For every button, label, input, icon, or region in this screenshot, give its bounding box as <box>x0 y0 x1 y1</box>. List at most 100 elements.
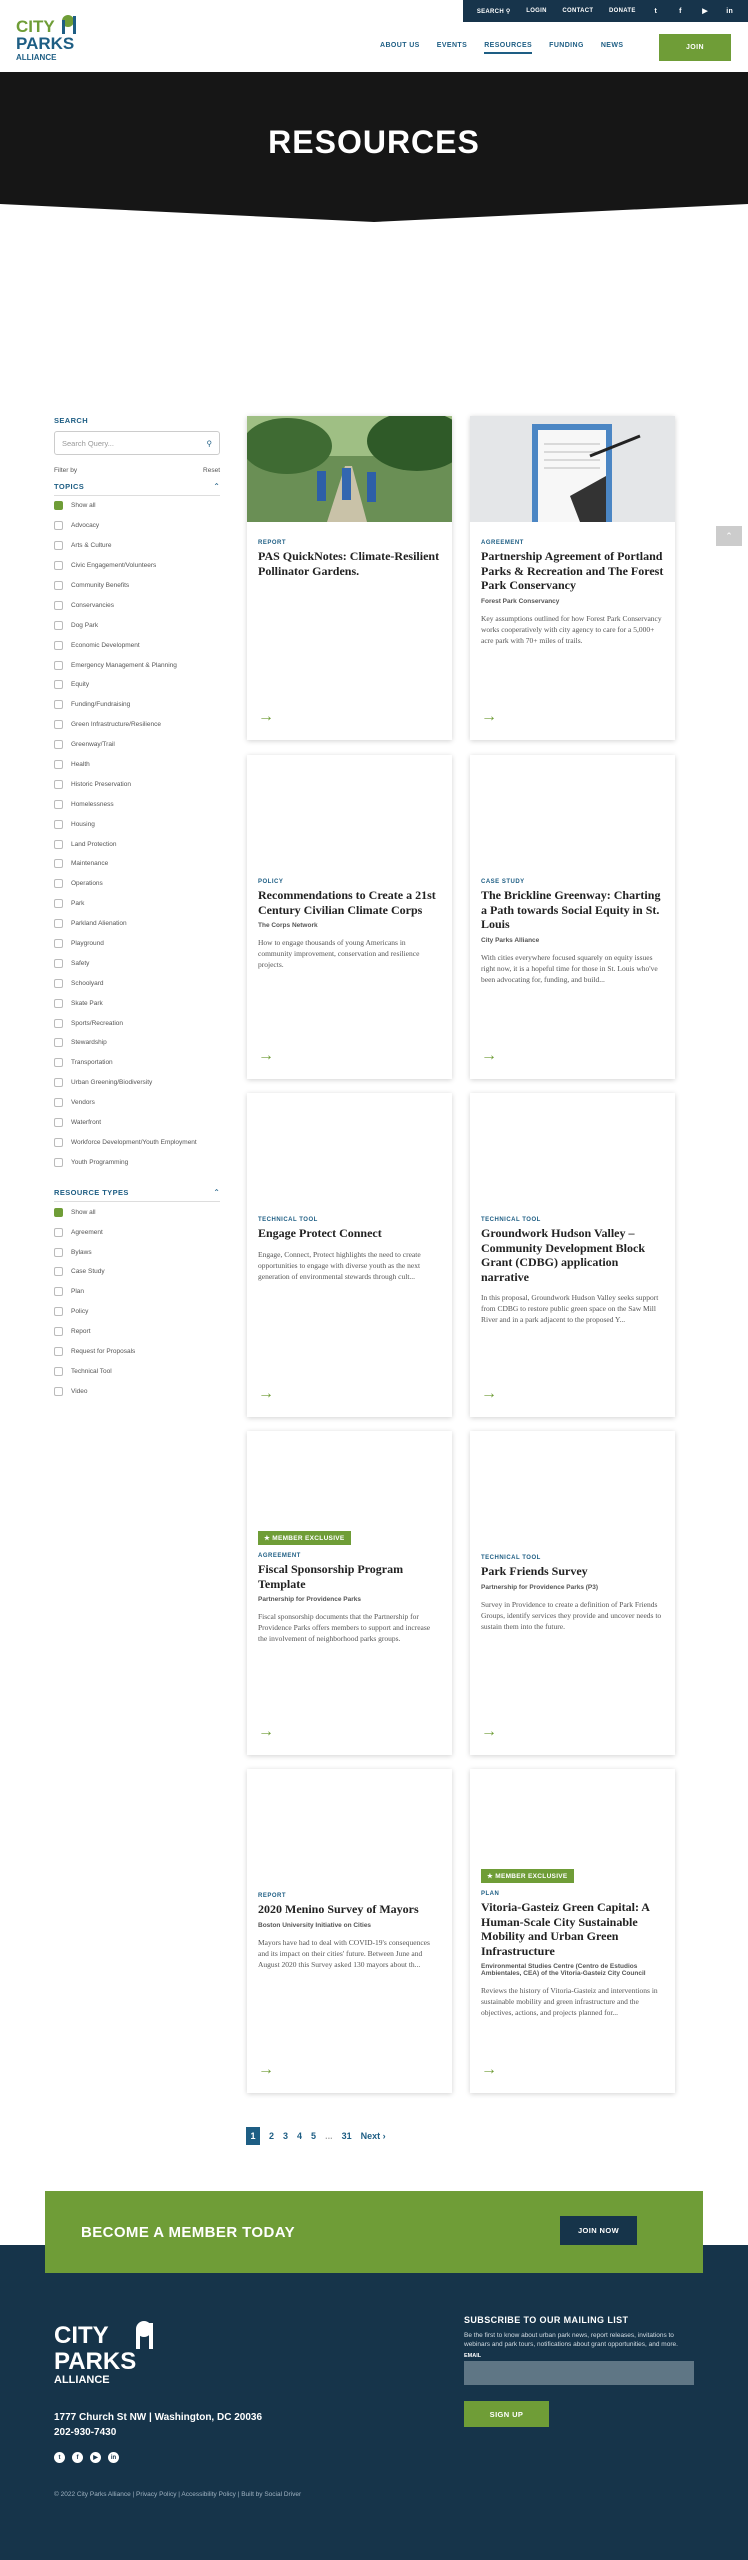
arrow-right-icon[interactable]: → <box>258 1047 274 1065</box>
checkbox[interactable] <box>54 1346 63 1356</box>
card-title[interactable]: Vitoria-Gasteiz Green Capital: A Human-S… <box>481 1900 664 1958</box>
topic-option[interactable]: Green Infrastructure/Resilience <box>54 715 220 735</box>
topic-option[interactable]: Schoolyard <box>54 973 220 993</box>
donate-link[interactable]: DONATE <box>609 8 636 14</box>
card-title[interactable]: PAS QuickNotes: Climate-Resilient Pollin… <box>258 549 441 578</box>
card-title[interactable]: Partnership Agreement of Portland Parks … <box>481 549 664 593</box>
checkbox[interactable] <box>54 978 63 988</box>
checkbox[interactable] <box>54 998 63 1008</box>
topic-option[interactable]: Show all <box>54 496 220 516</box>
type-option[interactable]: Show all <box>54 1202 220 1222</box>
checkbox[interactable] <box>54 879 63 889</box>
youtube-icon[interactable]: ▶ <box>701 7 710 16</box>
arrow-right-icon[interactable]: → <box>481 708 497 726</box>
back-to-top-button[interactable]: ⌃ <box>716 526 742 546</box>
checkbox[interactable] <box>54 819 63 829</box>
checkbox[interactable] <box>54 1137 63 1147</box>
topic-option[interactable]: Equity <box>54 675 220 695</box>
type-option[interactable]: Technical Tool <box>54 1361 220 1381</box>
page-2[interactable]: 2 <box>269 2131 274 2141</box>
checkbox[interactable] <box>54 1038 63 1048</box>
checkbox[interactable] <box>54 620 63 630</box>
topic-option[interactable]: Health <box>54 755 220 775</box>
youtube-icon[interactable]: ▶ <box>90 2452 101 2463</box>
topic-option[interactable]: Arts & Culture <box>54 536 220 556</box>
checkbox[interactable] <box>54 1287 63 1297</box>
checkbox[interactable] <box>54 720 63 730</box>
checkbox[interactable] <box>54 1386 63 1396</box>
checkbox[interactable] <box>54 581 63 590</box>
type-option[interactable]: Agreement <box>54 1222 220 1242</box>
topic-option[interactable]: Land Protection <box>54 834 220 854</box>
resource-card[interactable]: TECHNICAL TOOL Engage Protect Connect Enga… <box>247 1093 452 1417</box>
topic-option[interactable]: Civic Engagement/Volunteers <box>54 556 220 576</box>
checkbox[interactable] <box>54 1366 63 1376</box>
resource-card[interactable]: AGREEMENT Partnership Agreement of Portla… <box>470 416 675 740</box>
checkbox[interactable] <box>54 839 63 849</box>
checkbox[interactable] <box>54 1307 63 1317</box>
arrow-right-icon[interactable]: → <box>258 708 274 726</box>
reset-link[interactable]: Reset <box>203 467 220 474</box>
resource-card[interactable]: TECHNICAL TOOL Groundwork Hudson Valley –… <box>470 1093 675 1417</box>
chevron-up-icon[interactable]: ⌃ <box>213 1188 220 1197</box>
topic-option[interactable]: Vendors <box>54 1093 220 1113</box>
card-title[interactable]: Park Friends Survey <box>481 1564 664 1579</box>
card-title[interactable]: Groundwork Hudson Valley – Community Dev… <box>481 1226 664 1284</box>
checkbox[interactable] <box>54 1267 63 1277</box>
resource-card[interactable]: POLICY Recommendations to Create a 21st C… <box>247 755 452 1079</box>
topic-option[interactable]: Workforce Development/Youth Employment <box>54 1133 220 1153</box>
checkbox[interactable] <box>54 640 63 650</box>
topic-option[interactable]: Homelessness <box>54 794 220 814</box>
topic-option[interactable]: Advocacy <box>54 516 220 536</box>
linkedin-icon[interactable]: in <box>108 2452 119 2463</box>
facebook-icon[interactable]: f <box>72 2452 83 2463</box>
topic-option[interactable]: Dog Park <box>54 615 220 635</box>
topic-option[interactable]: Park <box>54 894 220 914</box>
type-option[interactable]: Case Study <box>54 1262 220 1282</box>
checkbox[interactable] <box>54 700 63 710</box>
topic-option[interactable]: Urban Greening/Biodiversity <box>54 1073 220 1093</box>
checkbox[interactable] <box>54 958 63 968</box>
checkbox[interactable] <box>54 1058 63 1068</box>
email-field[interactable] <box>464 2361 694 2385</box>
arrow-right-icon[interactable]: → <box>481 1047 497 1065</box>
footer-logo[interactable]: CITY PARKS ALLIANCE <box>54 2315 164 2395</box>
search-input[interactable]: Search Query... ⚲ <box>54 431 220 455</box>
checkbox[interactable] <box>54 919 63 929</box>
join-button[interactable]: JOIN <box>659 34 731 61</box>
checkbox[interactable] <box>54 799 63 809</box>
checkbox[interactable] <box>54 1327 63 1337</box>
arrow-right-icon[interactable]: → <box>258 1723 274 1741</box>
page-1[interactable]: 1 <box>246 2127 260 2145</box>
topic-option[interactable]: Greenway/Trail <box>54 735 220 755</box>
nav-about-us[interactable]: ABOUT US <box>380 42 420 49</box>
checkbox[interactable] <box>54 899 63 909</box>
checkbox[interactable] <box>54 1247 63 1257</box>
footer-phone[interactable]: 202-930-7430 <box>54 2425 262 2440</box>
topic-option[interactable]: Waterfront <box>54 1113 220 1133</box>
nav-events[interactable]: EVENTS <box>437 42 467 49</box>
checkbox[interactable] <box>54 541 63 551</box>
card-title[interactable]: 2020 Menino Survey of Mayors <box>258 1902 441 1917</box>
nav-funding[interactable]: FUNDING <box>549 42 584 49</box>
checkbox[interactable] <box>54 1078 63 1088</box>
topic-option[interactable]: Youth Programming <box>54 1152 220 1172</box>
next-page[interactable]: Next › <box>361 2131 386 2141</box>
topic-option[interactable]: Safety <box>54 953 220 973</box>
resource-card[interactable]: ★ MEMBER EXCLUSIVE PLAN Vitoria-Gasteiz Gr… <box>470 1769 675 2093</box>
checkbox[interactable] <box>54 660 63 670</box>
search-link[interactable]: SEARCH ⚲ <box>477 8 511 15</box>
topic-option[interactable]: Transportation <box>54 1053 220 1073</box>
facebook-icon[interactable]: f <box>676 7 685 16</box>
twitter-icon[interactable]: t <box>54 2452 65 2463</box>
arrow-right-icon[interactable]: → <box>481 2061 497 2079</box>
type-option[interactable]: Video <box>54 1381 220 1401</box>
card-title[interactable]: Engage Protect Connect <box>258 1226 441 1241</box>
nav-resources[interactable]: RESOURCES <box>484 42 533 54</box>
checkbox[interactable] <box>54 779 63 789</box>
resource-card[interactable]: REPORT 2020 Menino Survey of Mayors Boston… <box>247 1769 452 2093</box>
checkbox[interactable] <box>54 740 63 750</box>
topic-option[interactable]: Parkland Alienation <box>54 914 220 934</box>
checkbox[interactable] <box>54 760 63 770</box>
resource-card[interactable]: CASE STUDY The Brickline Greenway: Charti… <box>470 755 675 1079</box>
